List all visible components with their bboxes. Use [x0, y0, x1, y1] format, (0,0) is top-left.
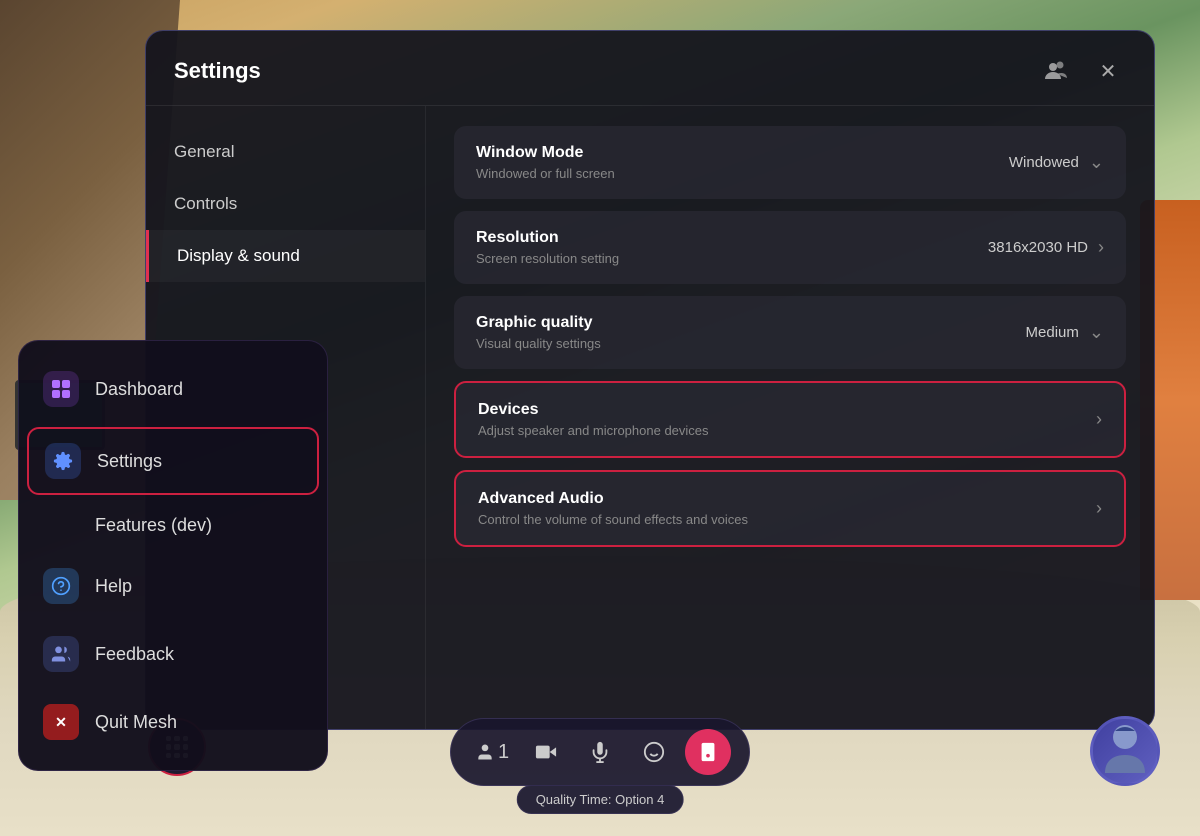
setting-row-advanced-audio[interactable]: Advanced Audio Control the volume of sou…: [454, 470, 1126, 547]
menu-item-settings[interactable]: Settings: [27, 427, 319, 495]
setting-row-right-devices: ›: [1096, 409, 1102, 430]
setting-row-right-advanced-audio: ›: [1096, 498, 1102, 519]
avatar-button[interactable]: [1090, 716, 1160, 786]
share-icon: [697, 741, 719, 763]
user-count-btn[interactable]: 1: [469, 729, 515, 775]
dashboard-icon: [43, 371, 79, 407]
chevron-right-icon-resolution: ›: [1098, 237, 1104, 258]
active-toolbar-button[interactable]: [685, 729, 731, 775]
setting-row-devices[interactable]: Devices Adjust speaker and microphone de…: [454, 381, 1126, 458]
camera-icon: [535, 741, 557, 763]
setting-row-graphic-quality[interactable]: Graphic quality Visual quality settings …: [454, 296, 1126, 369]
quality-badge-text: Quality Time: Option 4: [536, 792, 665, 807]
avatar-figure: [1101, 721, 1149, 781]
bottom-toolbar: 1: [450, 718, 750, 786]
sidebar-item-display-sound[interactable]: Display & sound: [146, 230, 425, 282]
microphone-button[interactable]: [577, 729, 623, 775]
setting-row-left-resolution: Resolution Screen resolution setting: [476, 229, 619, 266]
side-menu: Dashboard Settings Features (dev) Help: [18, 340, 328, 771]
menu-item-features-dev[interactable]: Features (dev): [19, 499, 327, 552]
menu-item-feedback[interactable]: Feedback: [19, 620, 327, 688]
sidebar-item-general[interactable]: General: [146, 126, 425, 178]
menu-item-help-label: Help: [95, 576, 132, 597]
sidebar-item-controls[interactable]: Controls: [146, 178, 425, 230]
help-icon: [43, 568, 79, 604]
microphone-icon: [589, 741, 611, 763]
feedback-icon: [43, 636, 79, 672]
quality-badge: Quality Time: Option 4: [517, 785, 684, 814]
setting-row-resolution[interactable]: Resolution Screen resolution setting 381…: [454, 211, 1126, 284]
settings-header-actions: ✕: [1038, 53, 1126, 89]
chevron-down-icon: ⌄: [1089, 152, 1104, 173]
settings-content: Window Mode Windowed or full screen Wind…: [426, 106, 1154, 729]
setting-row-right-graphic-quality: Medium ⌄: [1026, 322, 1104, 343]
camera-button[interactable]: [523, 729, 569, 775]
gear-icon: [45, 443, 81, 479]
menu-item-help[interactable]: Help: [19, 552, 327, 620]
setting-row-left-graphic-quality: Graphic quality Visual quality settings: [476, 314, 601, 351]
setting-row-right-resolution: 3816x2030 HD ›: [988, 237, 1104, 258]
setting-row-window-mode[interactable]: Window Mode Windowed or full screen Wind…: [454, 126, 1126, 199]
menu-item-dashboard[interactable]: Dashboard: [19, 355, 327, 423]
profile-icon: [1044, 59, 1068, 83]
chevron-right-icon-devices: ›: [1096, 409, 1102, 430]
chevron-right-icon-audio: ›: [1096, 498, 1102, 519]
menu-item-quit-label: Quit Mesh: [95, 712, 177, 733]
user-count: 1: [498, 741, 509, 764]
emoji-icon: [643, 741, 665, 763]
menu-item-settings-label: Settings: [97, 451, 162, 472]
close-button[interactable]: ✕: [1090, 53, 1126, 89]
quit-icon: ✕: [43, 704, 79, 740]
setting-row-right-window-mode: Windowed ⌄: [1009, 152, 1104, 173]
emoji-button[interactable]: [631, 729, 677, 775]
menu-item-dashboard-label: Dashboard: [95, 379, 183, 400]
profile-icon-btn[interactable]: [1038, 53, 1074, 89]
chevron-down-icon-gq: ⌄: [1089, 322, 1104, 343]
settings-panel-title: Settings: [174, 58, 261, 84]
setting-row-left-devices: Devices Adjust speaker and microphone de…: [478, 401, 709, 438]
setting-row-left-advanced-audio: Advanced Audio Control the volume of sou…: [478, 490, 748, 527]
menu-item-feedback-label: Feedback: [95, 644, 174, 665]
menu-item-quit[interactable]: ✕ Quit Mesh: [19, 688, 327, 756]
settings-header: Settings ✕: [146, 31, 1154, 106]
menu-item-features-label: Features (dev): [95, 515, 212, 536]
person-icon: [475, 742, 495, 762]
setting-row-left-window-mode: Window Mode Windowed or full screen: [476, 144, 615, 181]
